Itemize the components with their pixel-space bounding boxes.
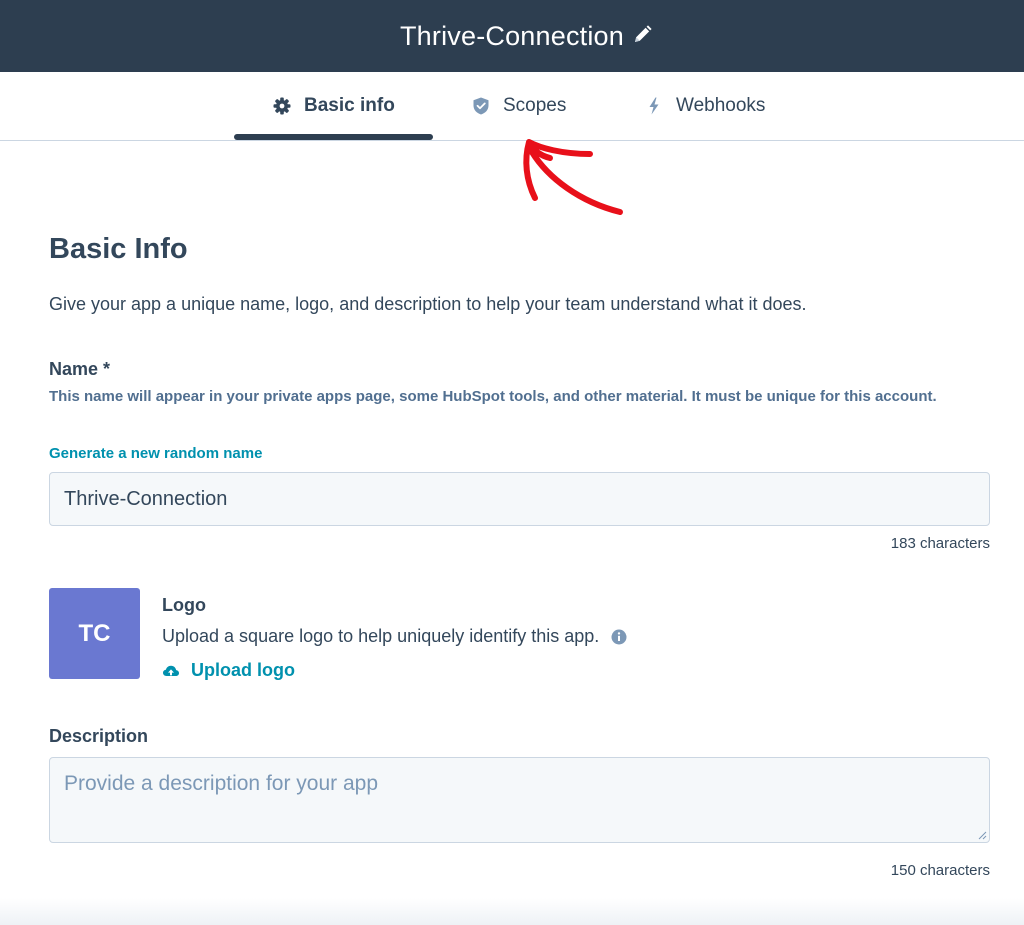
name-char-count: 183 characters [890, 535, 990, 552]
active-tab-indicator [234, 134, 433, 140]
name-label: Name * [49, 359, 111, 379]
name-help-text: This name will appear in your private ap… [49, 388, 937, 405]
description-label: Description [49, 726, 149, 746]
section-title: Basic Info [49, 233, 188, 265]
tab-basic-info[interactable]: Basic info [272, 72, 395, 140]
upload-logo-link[interactable]: Upload logo [162, 660, 295, 681]
logo-description-row: Upload a square logo to help uniquely id… [162, 626, 627, 647]
tab-bar: Basic info Scopes Webhooks [0, 72, 1024, 141]
shield-icon [471, 96, 491, 116]
lightning-icon [644, 96, 664, 116]
logo-label: Logo [162, 595, 206, 615]
description-textarea[interactable] [49, 757, 990, 843]
pencil-icon[interactable] [631, 24, 653, 46]
section-description: Give your app a unique name, logo, and d… [49, 294, 807, 314]
bottom-edge [0, 898, 1024, 925]
app-header: Thrive-Connection [0, 0, 1024, 72]
app-name-title: Thrive-Connection [399, 20, 624, 51]
name-input[interactable] [49, 472, 990, 526]
app-logo-placeholder: TC [49, 588, 140, 679]
gear-icon [272, 96, 292, 116]
logo-initials: TC [78, 619, 111, 647]
description-char-count: 150 characters [890, 862, 990, 879]
tab-label: Basic info [304, 95, 395, 116]
tab-label: Webhooks [676, 95, 766, 116]
upload-logo-label: Upload logo [191, 660, 295, 680]
tab-scopes[interactable]: Scopes [471, 72, 566, 140]
tab-label: Scopes [503, 95, 567, 116]
logo-description: Upload a square logo to help uniquely id… [162, 626, 600, 646]
cloud-upload-icon [162, 663, 180, 679]
generate-random-name-link[interactable]: Generate a new random name [49, 445, 262, 462]
red-arrow-annotation [523, 139, 623, 215]
info-icon[interactable] [611, 629, 627, 645]
tab-webhooks[interactable]: Webhooks [644, 72, 765, 140]
